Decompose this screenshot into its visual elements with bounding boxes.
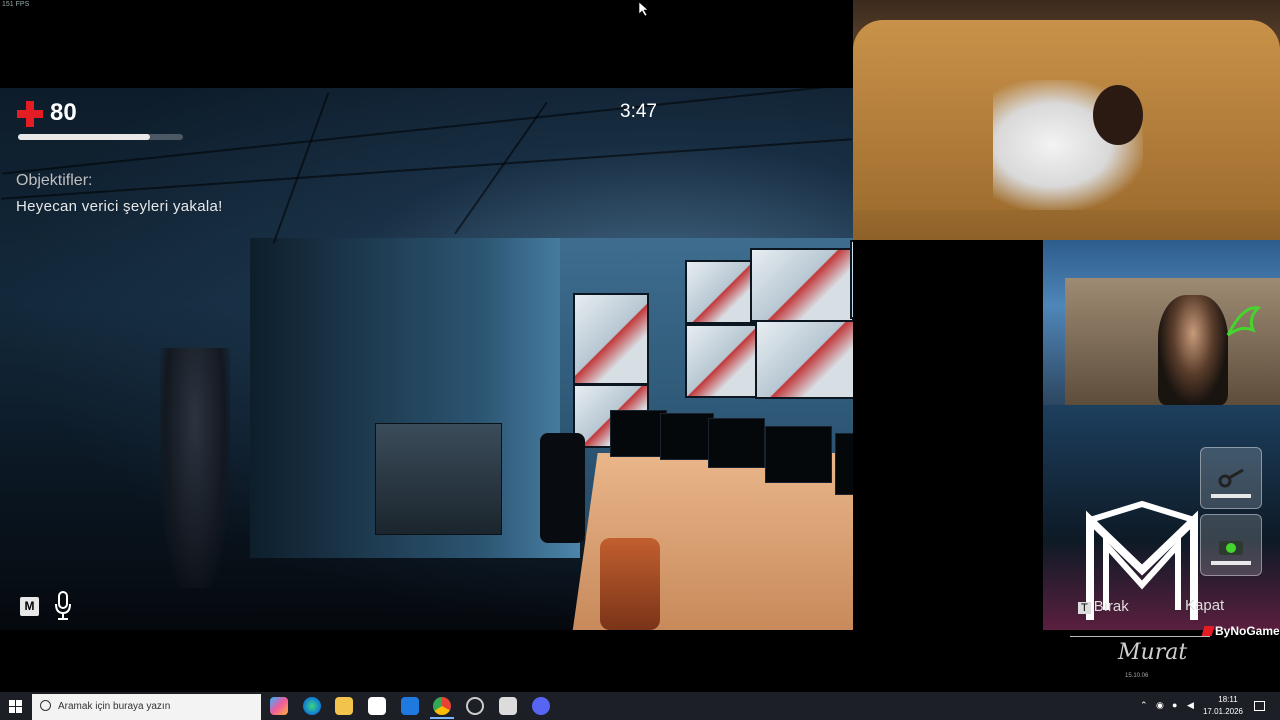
cctv-screen bbox=[573, 293, 649, 385]
desk-monitor bbox=[660, 413, 714, 460]
drop-prompt: T Bırak bbox=[1078, 598, 1129, 615]
round-timer: 3:47 bbox=[620, 101, 657, 122]
webcam-feed-top bbox=[853, 0, 1280, 240]
signature: Murat bbox=[1118, 640, 1188, 665]
ceiling-grid-line bbox=[0, 138, 853, 200]
desk-monitor bbox=[765, 426, 832, 483]
camera-icon bbox=[1211, 541, 1251, 565]
webcam-streamer bbox=[1158, 295, 1228, 405]
network-icon[interactable]: ◉ bbox=[1156, 701, 1165, 710]
desk-monitor bbox=[708, 418, 765, 468]
game-viewport[interactable]: 151 FPS 80 3:47 Objektifler: Heyecan ver… bbox=[0, 0, 853, 692]
close-prompt: Kapat bbox=[1185, 597, 1224, 614]
chrome-active-indicator bbox=[430, 717, 454, 719]
settings-icon[interactable] bbox=[466, 697, 484, 715]
inventory-slot-1[interactable] bbox=[1200, 447, 1262, 509]
close-label: Kapat bbox=[1185, 597, 1225, 614]
health-bar bbox=[18, 134, 183, 140]
ceiling-grid-line bbox=[272, 92, 330, 244]
channel-name: ByNoGame bbox=[1215, 624, 1280, 638]
desk-monitor bbox=[835, 433, 853, 495]
cctv-screen bbox=[685, 324, 759, 398]
razer-logo-icon bbox=[1226, 306, 1262, 337]
clock-time[interactable]: 18:11 bbox=[1212, 695, 1244, 704]
microphone-icon bbox=[53, 591, 73, 621]
webcam-feed-streamer bbox=[1043, 240, 1280, 405]
clock-date[interactable]: 17.01.2026 bbox=[1202, 707, 1244, 716]
health-cross-icon bbox=[17, 101, 43, 127]
drop-key: T bbox=[1078, 602, 1091, 614]
volume-icon[interactable]: ◀ bbox=[1187, 701, 1196, 710]
chrome-icon[interactable] bbox=[433, 697, 451, 715]
copilot-icon[interactable] bbox=[270, 697, 288, 715]
filing-cabinet bbox=[375, 423, 502, 535]
health-bar-fill bbox=[18, 134, 150, 140]
signature-divider bbox=[1070, 636, 1210, 637]
game-scene[interactable] bbox=[0, 88, 853, 630]
objectives-title: Objektifler: bbox=[16, 172, 93, 189]
fps-counter: 151 FPS bbox=[2, 1, 30, 8]
objective-text: Heyecan verici şeyleri yakala! bbox=[16, 198, 223, 215]
orange-chair bbox=[600, 538, 660, 630]
map-key-hint: M bbox=[20, 597, 39, 616]
notifications-icon[interactable] bbox=[1254, 701, 1265, 711]
discord-icon[interactable] bbox=[532, 697, 550, 715]
signature-date: 15.10.06 bbox=[1125, 673, 1149, 679]
drop-label: Bırak bbox=[1093, 598, 1129, 615]
cursor-icon bbox=[639, 2, 649, 16]
cctv-screen bbox=[850, 240, 853, 319]
inventory-slot-2[interactable] bbox=[1200, 514, 1262, 576]
cctv-screen bbox=[685, 260, 759, 324]
show-hidden-icons-icon[interactable]: ⌃ bbox=[1140, 701, 1149, 710]
mail-icon[interactable] bbox=[401, 697, 419, 715]
health-value: 80 bbox=[50, 99, 77, 126]
app-icon[interactable] bbox=[499, 697, 517, 715]
webcam-person-head bbox=[1093, 85, 1143, 145]
search-placeholder: Aramak için buraya yazın bbox=[58, 701, 171, 712]
search-icon bbox=[40, 700, 51, 711]
edge-icon[interactable] bbox=[303, 697, 321, 715]
windows-logo-icon bbox=[9, 700, 15, 706]
store-icon[interactable] bbox=[368, 697, 386, 715]
key-icon bbox=[1211, 468, 1251, 498]
start-button[interactable] bbox=[9, 700, 23, 714]
player-character bbox=[160, 348, 230, 588]
desk-monitor bbox=[610, 410, 667, 457]
office-chair bbox=[540, 433, 585, 543]
mic-tray-icon[interactable]: ● bbox=[1172, 701, 1181, 710]
cctv-screen bbox=[750, 248, 853, 322]
channel-logo-icon bbox=[1201, 626, 1215, 636]
ceiling-grid-line bbox=[2, 88, 851, 175]
file-explorer-icon[interactable] bbox=[335, 697, 353, 715]
cctv-screen bbox=[755, 320, 853, 399]
